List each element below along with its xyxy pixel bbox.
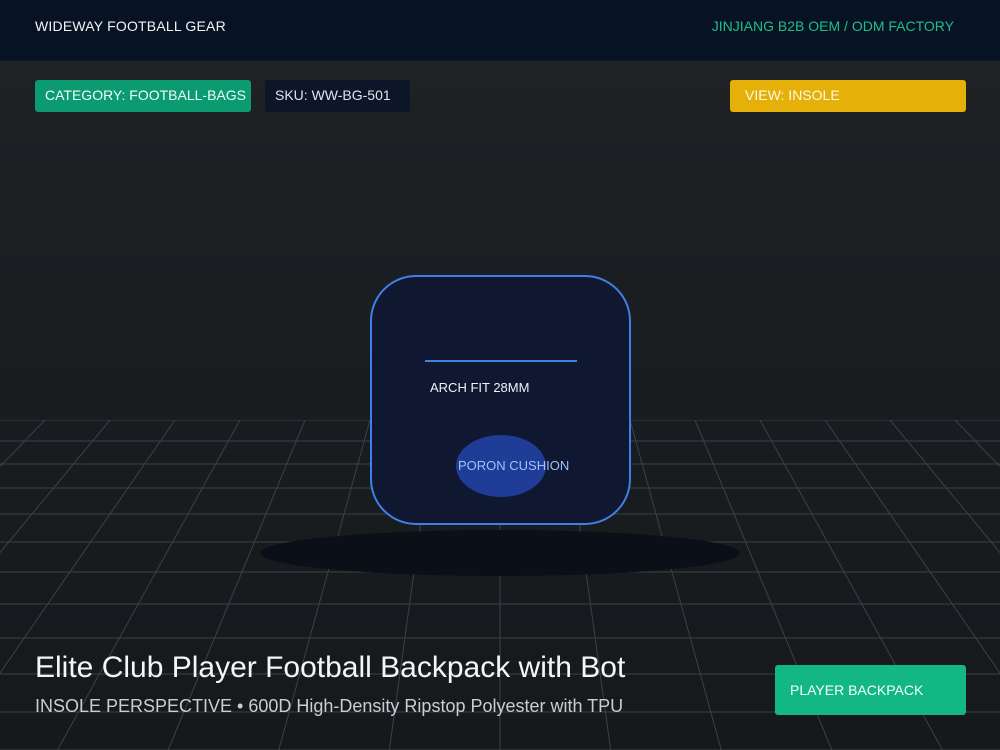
poron-cushion-label: PORON CUSHION xyxy=(458,458,570,473)
factory-tagline: JINJIANG B2B OEM / ODM FACTORY xyxy=(711,18,954,34)
product-title: Elite Club Player Football Backpack with… xyxy=(35,651,626,684)
brand-name: WIDEWAY FOOTBALL GEAR xyxy=(35,18,226,34)
arch-fit-label: ARCH FIT 28MM xyxy=(430,380,530,395)
product-shadow xyxy=(260,530,740,576)
player-backpack-button[interactable]: PLAYER BACKPACK xyxy=(775,665,966,715)
insole-product-view: ARCH FIT 28MM PORON CUSHION xyxy=(370,275,631,525)
view-badge: VIEW: INSOLE xyxy=(730,80,966,112)
top-header: WIDEWAY FOOTBALL GEAR JINJIANG B2B OEM /… xyxy=(0,0,1000,61)
arch-fit-line xyxy=(425,360,577,362)
product-subtitle: INSOLE PERSPECTIVE • 600D High-Density R… xyxy=(35,696,624,716)
sku-badge: SKU: WW-BG-501 xyxy=(265,80,410,112)
category-badge: CATEGORY: FOOTBALL-BAGS xyxy=(35,80,251,112)
